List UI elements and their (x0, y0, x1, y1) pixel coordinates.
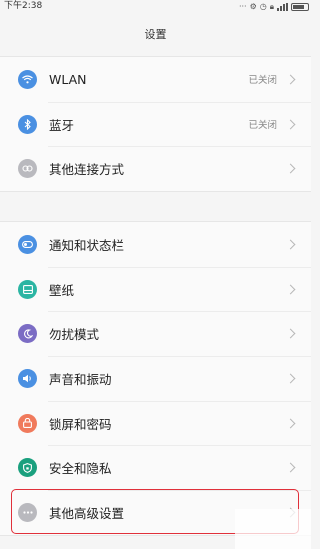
speaker-icon (18, 368, 37, 388)
settings-item-notifications[interactable]: 通知和状态栏 (0, 222, 311, 267)
settings-item-security-privacy[interactable]: 安全和隐私 (0, 445, 311, 490)
settings-item-label: 勿扰模式 (49, 327, 100, 343)
status-time: 下午2:38 (4, 1, 43, 11)
title-bar: 设置 (0, 14, 311, 54)
settings-item-label: 锁屏和密码 (49, 416, 112, 432)
wifi-icon (18, 69, 37, 89)
clock-icon: ◷ (259, 2, 267, 11)
settings-item-do-not-disturb[interactable]: 勿扰模式 (0, 311, 311, 356)
settings-screen: 下午2:38 ··· ⚙ ◷ 🔒︎ 设置 WLAN 已关闭 蓝牙 已关闭 其他连… (0, 0, 311, 549)
lock-icon: 🔒︎ (269, 2, 274, 11)
chevron-right-icon (285, 74, 296, 85)
settings-item-label: 通知和状态栏 (49, 237, 125, 253)
status-icons: ··· ⚙ ◷ 🔒︎ (239, 1, 309, 13)
chevron-right-icon (285, 119, 296, 129)
bluetooth-icon (18, 114, 37, 134)
chevron-right-icon (285, 373, 296, 384)
settings-group-connectivity: WLAN 已关闭 蓝牙 已关闭 其他连接方式 (0, 56, 311, 193)
chevron-right-icon (285, 328, 296, 339)
settings-item-label: 声音和振动 (49, 371, 112, 387)
alarm-icon: ⚙ (249, 2, 257, 11)
chevron-right-icon (285, 418, 296, 429)
shield-icon (18, 458, 37, 478)
settings-item-value: 已关闭 (248, 120, 277, 132)
more-dots-icon: ··· (238, 2, 247, 11)
wallpaper-icon (18, 279, 37, 299)
chevron-right-icon (285, 163, 296, 174)
settings-item-value: 已关闭 (248, 75, 277, 87)
settings-item-label: 壁纸 (49, 282, 75, 298)
settings-item-other-connections[interactable]: 其他连接方式 (0, 146, 311, 191)
chevron-right-icon (285, 462, 296, 473)
settings-item-wlan[interactable]: WLAN 已关闭 (0, 57, 311, 102)
settings-item-wallpaper[interactable]: 壁纸 (0, 266, 311, 312)
settings-item-label: 其他连接方式 (49, 162, 125, 178)
moon-icon (18, 324, 37, 344)
settings-item-label: WLAN (49, 71, 87, 87)
settings-item-label: 其他高级设置 (49, 505, 125, 521)
chevron-right-icon (285, 507, 296, 518)
chevron-right-icon (285, 284, 296, 294)
status-bar: 下午2:38 ··· ⚙ ◷ 🔒︎ (0, 0, 311, 14)
settings-item-label: 蓝牙 (49, 117, 75, 133)
chevron-right-icon (285, 239, 296, 250)
settings-item-lockscreen-password[interactable]: 锁屏和密码 (0, 400, 311, 446)
notification-icon (18, 234, 37, 254)
settings-item-sound-vibration[interactable]: 声音和振动 (0, 356, 311, 401)
settings-item-label: 安全和隐私 (49, 461, 112, 477)
page-title: 设置 (144, 28, 167, 41)
more-icon (18, 502, 37, 522)
link-icon (18, 159, 37, 179)
lock-icon (18, 413, 37, 433)
settings-item-advanced[interactable]: 其他高级设置 (0, 490, 311, 535)
settings-group-general: 通知和状态栏 壁纸 勿扰模式 声音和振动 锁屏和密码 安全和隐私 其他高级设置 (0, 221, 311, 536)
settings-item-bluetooth[interactable]: 蓝牙 已关闭 (0, 101, 311, 147)
battery-icon (291, 3, 309, 11)
signal-icon (277, 3, 288, 11)
